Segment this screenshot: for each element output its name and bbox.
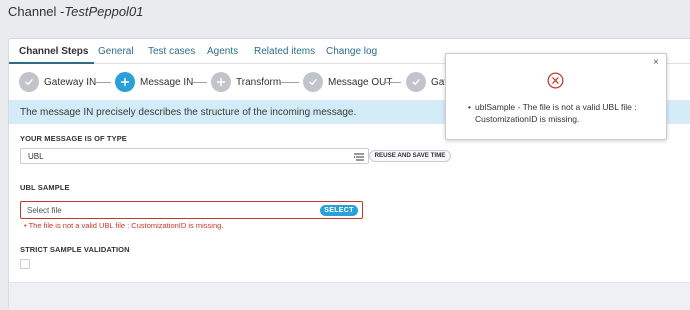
ubl-sample-file-input[interactable]: Select file SELECT — [20, 201, 363, 219]
strict-validation-label: STRICT SAMPLE VALIDATION — [20, 245, 130, 254]
plus-icon — [115, 72, 135, 92]
page-title: Channel -TestPeppol01 — [8, 4, 143, 19]
file-input-placeholder: Select file — [27, 206, 62, 215]
step-message-out[interactable]: Message OUT — [303, 72, 392, 92]
check-icon — [19, 72, 39, 92]
panel-footer — [9, 282, 690, 310]
tab-test-cases[interactable]: Test cases — [148, 46, 195, 57]
message-type-label: YOUR MESSAGE IS OF TYPE — [20, 134, 127, 143]
strict-validation-checkbox[interactable] — [20, 259, 30, 269]
error-bullet: • — [24, 221, 27, 230]
top-bar: Channel -TestPeppol01 — [0, 0, 690, 30]
reuse-and-save-time-button[interactable]: REUSE AND SAVE TIME — [369, 150, 451, 162]
step-connector — [383, 82, 401, 83]
message-type-select[interactable]: UBL — [20, 148, 369, 164]
select-file-button[interactable]: SELECT — [320, 205, 358, 216]
step-label: Message IN — [140, 76, 194, 88]
info-text: The message IN precisely describes the s… — [20, 107, 357, 118]
step-label: Transform — [236, 76, 282, 88]
step-connector — [93, 82, 111, 83]
page-title-prefix: Channel - — [8, 4, 65, 19]
tab-agents[interactable]: Agents — [207, 46, 238, 57]
channel-name: TestPeppol01 — [64, 4, 144, 19]
step-transform[interactable]: Transform — [211, 72, 281, 92]
error-circle-icon — [547, 72, 564, 89]
step-label: Gateway IN — [44, 76, 97, 88]
step-connector — [279, 82, 299, 83]
list-icon — [354, 153, 364, 161]
popup-message: • ublSample - The file is not a valid UB… — [468, 101, 658, 125]
tab-related-items[interactable]: Related items — [254, 46, 315, 57]
close-icon[interactable]: × — [653, 58, 659, 68]
plus-icon — [211, 72, 231, 92]
tab-channel-steps[interactable]: Channel Steps — [19, 46, 88, 57]
file-error-message: • The file is not a valid UBL file : Cus… — [24, 221, 223, 230]
tab-change-log[interactable]: Change log — [326, 46, 377, 57]
file-error-text: The file is not a valid UBL file : Custo… — [28, 221, 224, 230]
check-icon — [406, 72, 426, 92]
step-gateway-in[interactable]: Gateway IN — [19, 72, 96, 92]
step-message-in[interactable]: Message IN — [115, 72, 193, 92]
step-connector — [189, 82, 207, 83]
ubl-sample-label: UBL SAMPLE — [20, 183, 70, 192]
error-popup: × • ublSample - The file is not a valid … — [445, 53, 667, 140]
check-icon — [303, 72, 323, 92]
popup-message-text: ublSample - The file is not a valid UBL … — [475, 102, 637, 124]
message-type-value: UBL — [28, 152, 44, 161]
popup-bullet: • — [468, 102, 471, 112]
tab-general[interactable]: General — [98, 46, 134, 57]
